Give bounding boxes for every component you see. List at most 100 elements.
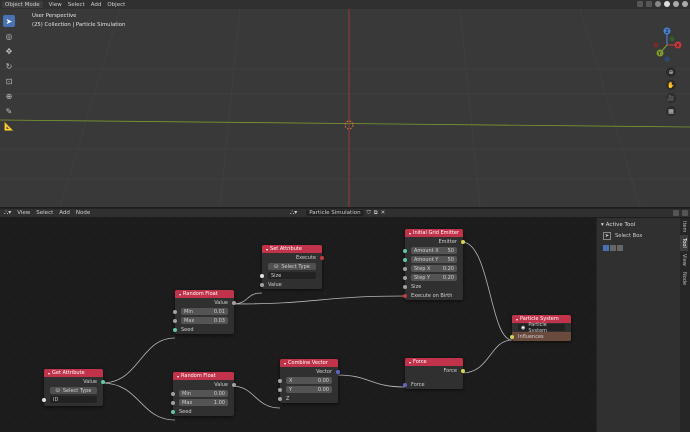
force-output-socket[interactable] (461, 368, 465, 373)
node-particle-system[interactable]: Particle System ◉ Particle System Influe… (510, 315, 571, 341)
amount-y-socket[interactable] (403, 257, 407, 262)
3d-viewport[interactable]: User Perspective (25) Collection | Parti… (0, 9, 690, 207)
tab-view[interactable]: View (680, 251, 688, 269)
fake-user-icon[interactable]: ⛉ (367, 210, 371, 217)
output-label: Execute (296, 254, 316, 261)
amount-y-field[interactable]: Amount Y 50 (411, 256, 457, 263)
editor-type-icon[interactable]: ⛬▾ (4, 209, 11, 217)
overlay-toggle-icon[interactable] (682, 210, 688, 216)
max-field[interactable]: Max 0.03 (181, 317, 228, 324)
navigation-gizmo[interactable]: X Y Z (652, 23, 682, 67)
max-field[interactable]: Max 1.00 (179, 399, 228, 406)
tab-tool[interactable]: Tool (680, 235, 688, 252)
node-menu-select[interactable]: Select (36, 210, 53, 216)
node-force[interactable]: Force Force Force (403, 358, 465, 389)
size-socket[interactable] (260, 273, 264, 278)
min-field[interactable]: Min 0.00 (179, 390, 228, 397)
seed-socket[interactable] (173, 327, 177, 332)
solid-icon[interactable] (664, 1, 670, 7)
unlink-icon[interactable]: ✕ (381, 210, 386, 216)
node-tree-name: Particle Simulation (306, 210, 364, 216)
size-socket[interactable] (403, 284, 407, 289)
zoom-icon[interactable]: ⊕ (666, 67, 676, 77)
min-socket[interactable] (173, 309, 177, 314)
node-tree-selector[interactable]: ⛬▾ Particle Simulation ⛉ ⧉ ✕ (290, 209, 385, 217)
node-random-float-2[interactable]: Random Float Value Min 0.00 Max 1.00 Seed (171, 372, 236, 416)
step-y-socket[interactable] (403, 275, 407, 280)
node-menu-add[interactable]: Add (59, 210, 70, 216)
influences-socket[interactable] (510, 334, 514, 339)
mode-extend-icon[interactable] (610, 245, 616, 251)
min-field[interactable]: Min 0.01 (181, 308, 228, 315)
node-editor-canvas[interactable]: Get Attribute Value ⛁Select Type ID Rand… (0, 218, 596, 432)
y-row: Y 0.00 (278, 385, 338, 394)
transform-tool[interactable]: ⊕ (3, 90, 15, 102)
mode-subtract-icon[interactable] (617, 245, 623, 251)
menu-view[interactable]: View (49, 2, 62, 8)
rendered-icon[interactable] (682, 1, 688, 7)
min-socket[interactable] (171, 391, 175, 396)
y-socket[interactable] (278, 387, 282, 392)
grid-toggle-icon[interactable]: ▦ (666, 106, 676, 116)
node-title: Random Float (173, 372, 234, 380)
vector-socket[interactable] (336, 369, 340, 374)
xray-icon[interactable] (646, 1, 652, 7)
rotate-tool[interactable]: ↻ (3, 60, 15, 72)
id-input-socket[interactable] (42, 397, 46, 402)
annotate-tool[interactable]: ✎ (3, 105, 15, 117)
execute-socket[interactable] (320, 255, 324, 260)
emitter-socket[interactable] (461, 239, 465, 244)
force-input-socket[interactable] (403, 382, 407, 387)
value-socket[interactable] (260, 282, 264, 287)
node-get-attribute[interactable]: Get Attribute Value ⛁Select Type ID (42, 369, 105, 406)
menu-object[interactable]: Object (107, 2, 125, 8)
y-field[interactable]: Y 0.00 (286, 386, 332, 393)
amount-x-socket[interactable] (403, 248, 407, 253)
seed-socket[interactable] (171, 409, 175, 414)
step-x-socket[interactable] (403, 266, 407, 271)
x-field[interactable]: X 0.00 (286, 377, 332, 384)
particle-system-field[interactable]: ◉ Particle System (518, 322, 565, 334)
z-socket[interactable] (278, 396, 282, 401)
measure-tool[interactable]: 📐 (3, 120, 15, 132)
active-tool-row[interactable]: ➤ Select Box (603, 232, 642, 240)
overlay-icon[interactable] (637, 1, 643, 7)
menu-add[interactable]: Add (91, 2, 102, 8)
select-box-tool[interactable]: ➤ (3, 15, 15, 27)
tab-node[interactable]: Node (680, 269, 688, 288)
node-set-attribute[interactable]: Set Attribute Execute ⛁Select Type Size … (260, 245, 324, 289)
new-tree-icon[interactable]: ⧉ (374, 210, 378, 217)
node-combine-vector[interactable]: Combine Vector Vector X 0.00 Y 0.00 Z (278, 359, 340, 403)
x-socket[interactable] (278, 378, 282, 383)
amount-x-field[interactable]: Amount X 50 (411, 247, 457, 254)
node-menu-node[interactable]: Node (76, 210, 90, 216)
node-initial-grid-emitter[interactable]: Initial Grid Emitter Emitter Amount X50 … (403, 229, 465, 300)
step-x-field[interactable]: Step X 0.20 (411, 265, 457, 272)
max-socket[interactable] (171, 400, 175, 405)
max-socket[interactable] (173, 318, 177, 323)
active-tool-panel-title[interactable]: ▾ Active Tool (601, 222, 635, 228)
execute-socket[interactable] (403, 293, 407, 298)
node-random-float-1[interactable]: Random Float Value Min 0.01 Max 0.03 Seed (173, 290, 236, 334)
snap-icon[interactable] (673, 210, 679, 216)
menu-select[interactable]: Select (68, 2, 85, 8)
step-y-field[interactable]: Step Y 0.20 (411, 274, 457, 281)
select-type-button[interactable]: ⛁ Select Type (268, 263, 316, 270)
material-icon[interactable] (673, 1, 679, 7)
output-socket[interactable] (232, 382, 236, 387)
tab-item[interactable]: Item (680, 218, 688, 235)
cursor-tool[interactable]: ◎ (3, 30, 15, 42)
move-tool[interactable]: ✥ (3, 45, 15, 57)
node-menu-view[interactable]: View (17, 210, 30, 216)
id-field[interactable]: ID (50, 396, 97, 403)
output-socket[interactable] (101, 379, 105, 384)
select-type-button[interactable]: ⛁ Select Type (50, 387, 97, 394)
size-field[interactable]: Size (268, 272, 316, 279)
mode-selector[interactable]: Object Mode (2, 1, 43, 8)
pan-hand-icon[interactable]: ✋ (666, 80, 676, 90)
mode-new-icon[interactable] (603, 245, 609, 251)
output-socket[interactable] (232, 300, 236, 305)
camera-icon[interactable]: 🎥 (666, 93, 676, 103)
scale-tool[interactable]: ⊡ (3, 75, 15, 87)
wireframe-icon[interactable] (655, 1, 661, 7)
